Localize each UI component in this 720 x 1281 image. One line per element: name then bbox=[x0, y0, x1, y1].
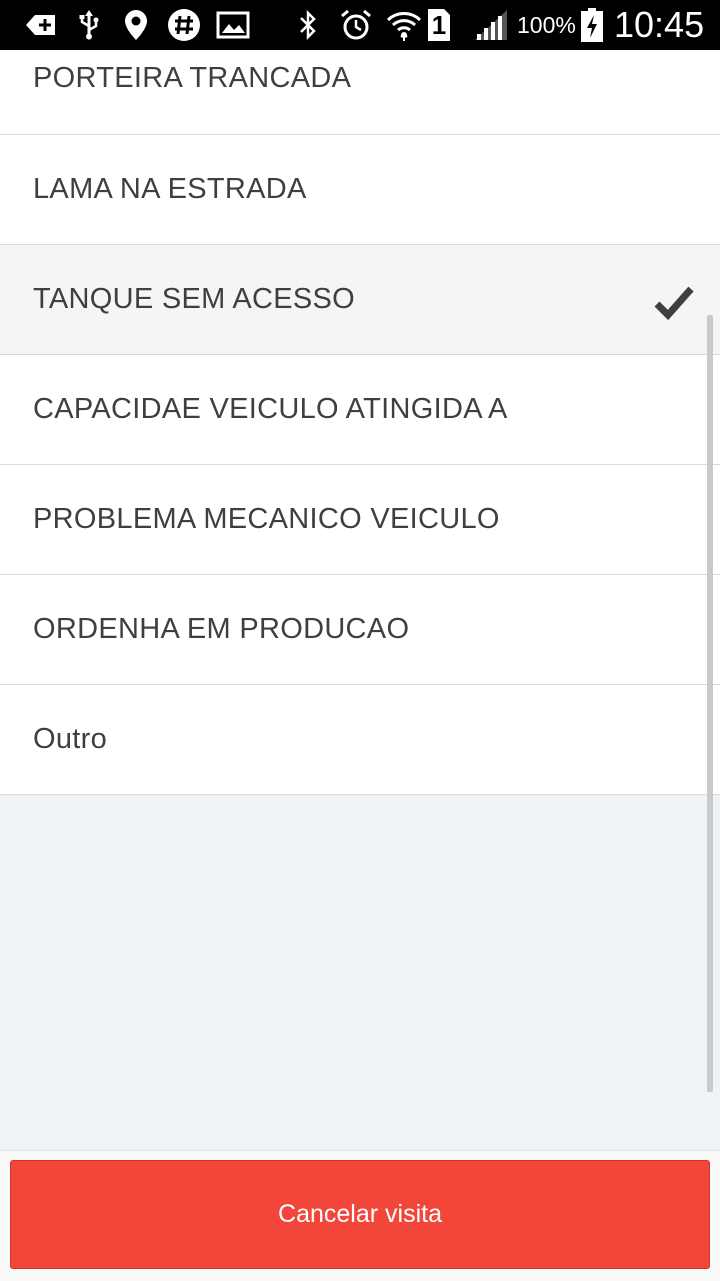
image-icon bbox=[214, 0, 252, 50]
status-bar: 1 100% 10:45 bbox=[0, 0, 720, 50]
list-item-problema-mecanico[interactable]: PROBLEMA MECANICO VEICULO bbox=[0, 465, 720, 575]
list-item-ordenha-em-producao[interactable]: ORDENHA EM PRODUCAO bbox=[0, 575, 720, 685]
bluetooth-icon bbox=[296, 0, 320, 50]
add-notification-icon bbox=[24, 0, 58, 50]
list-item-label: PROBLEMA MECANICO VEICULO bbox=[33, 503, 500, 535]
scrollbar[interactable] bbox=[707, 315, 713, 1092]
list-item-label: CAPACIDAE VEICULO ATINGIDA A bbox=[33, 393, 508, 425]
slack-icon bbox=[166, 0, 202, 50]
location-icon bbox=[122, 0, 150, 50]
list-item-label: TANQUE SEM ACESSO bbox=[33, 283, 356, 315]
list-item-capacidade-veiculo[interactable]: CAPACIDAE VEICULO ATINGIDA A bbox=[0, 355, 720, 465]
cancel-visit-button[interactable]: Cancelar visita bbox=[10, 1160, 710, 1269]
reason-list: PORTEIRA TRANCADA LAMA NA ESTRADA TANQUE… bbox=[0, 50, 720, 795]
list-item-tanque-sem-acesso[interactable]: TANQUE SEM ACESSO bbox=[0, 245, 720, 355]
battery-percent: 100% bbox=[517, 12, 576, 38]
list-item-label: ORDENHA EM PRODUCAO bbox=[33, 613, 410, 645]
usb-icon bbox=[76, 0, 102, 50]
list-item-lama-na-estrada[interactable]: LAMA NA ESTRADA bbox=[0, 135, 720, 245]
list-item-label: LAMA NA ESTRADA bbox=[33, 173, 307, 205]
signal-icon bbox=[472, 0, 510, 50]
checkmark-icon bbox=[654, 285, 694, 326]
list-item-porteira-trancada[interactable]: PORTEIRA TRANCADA bbox=[0, 50, 720, 135]
sim-slot-number: 1 bbox=[431, 10, 447, 40]
alarm-icon bbox=[338, 0, 374, 50]
clock: 10:45 bbox=[614, 4, 705, 45]
wifi-icon bbox=[384, 0, 424, 50]
battery-charging-icon bbox=[578, 0, 606, 50]
list-item-outro[interactable]: Outro bbox=[0, 685, 720, 795]
list-item-label: PORTEIRA TRANCADA bbox=[33, 62, 352, 94]
list-item-label: Outro bbox=[33, 723, 108, 755]
